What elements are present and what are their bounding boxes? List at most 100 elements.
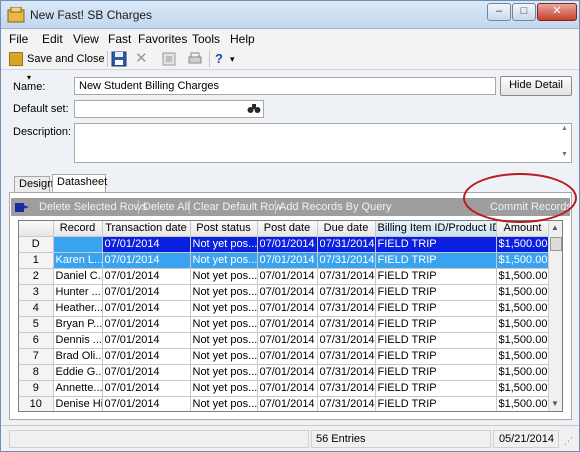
scroll-thumb[interactable] [550, 237, 562, 251]
table-cell[interactable]: 07/01/2014 [257, 364, 318, 381]
menu-view[interactable]: View [73, 32, 99, 46]
table-cell[interactable]: $1,500.00 [496, 396, 550, 411]
menu-fast[interactable]: Fast [108, 32, 131, 46]
table-cell[interactable]: Not yet pos... [190, 284, 258, 301]
table-cell[interactable]: Not yet pos... [190, 252, 258, 269]
table-row[interactable]: 3 Hunter ... 07/01/2014 Not yet pos... 07/01… [19, 284, 550, 301]
table-cell[interactable]: 07/31/2014 [317, 284, 376, 301]
table-cell[interactable]: Not yet pos... [190, 268, 258, 285]
table-cell[interactable]: Annette... [53, 380, 103, 397]
table-cell[interactable]: 07/01/2014 [257, 348, 318, 365]
table-cell[interactable]: Daniel C... [53, 268, 103, 285]
table-cell[interactable]: FIELD TRIP [375, 284, 497, 301]
column-header[interactable]: Record [53, 221, 103, 237]
table-cell[interactable]: $1,500.00 [496, 380, 550, 397]
table-cell[interactable]: $1,500.00 [496, 316, 550, 333]
table-cell[interactable]: FIELD TRIP [375, 380, 497, 397]
table-cell[interactable]: 07/31/2014 [317, 252, 376, 269]
table-cell[interactable]: Not yet pos... [190, 300, 258, 317]
table-cell[interactable]: FIELD TRIP [375, 332, 497, 349]
default-set-field[interactable] [74, 100, 264, 118]
table-cell[interactable]: 07/01/2014 [102, 380, 191, 397]
table-cell[interactable]: FIELD TRIP [375, 348, 497, 365]
table-cell[interactable]: FIELD TRIP [375, 396, 497, 411]
table-cell[interactable]: Not yet pos... [190, 364, 258, 381]
table-cell[interactable]: FIELD TRIP [375, 268, 497, 285]
delete-icon[interactable]: ✕ [135, 50, 148, 68]
maximize-button[interactable]: □ [512, 3, 536, 21]
binoculars-icon[interactable] [247, 102, 261, 115]
table-row[interactable]: 2 Daniel C... 07/01/2014 Not yet pos... 07/0… [19, 268, 550, 285]
table-cell[interactable]: 07/01/2014 [257, 236, 318, 253]
table-row[interactable]: 5 Bryan P... 07/01/2014 Not yet pos... 07/01… [19, 316, 550, 333]
delete-all-button[interactable]: Delete All [143, 201, 189, 213]
table-cell[interactable]: FIELD TRIP [375, 364, 497, 381]
table-cell[interactable]: FIELD TRIP [375, 252, 497, 269]
table-row[interactable]: 6 Dennis ... 07/01/2014 Not yet pos... 07/01… [19, 332, 550, 349]
description-field[interactable] [74, 123, 572, 163]
table-cell[interactable]: 07/31/2014 [317, 396, 376, 411]
table-cell[interactable]: Denise Hill [53, 396, 103, 411]
save-and-close-button[interactable]: Save and Close ▾ [9, 50, 105, 82]
column-header[interactable]: Post date [257, 221, 318, 237]
table-cell[interactable]: Not yet pos... [190, 396, 258, 411]
table-cell[interactable]: FIELD TRIP [375, 300, 497, 317]
menu-tools[interactable]: Tools [192, 32, 220, 46]
row-header[interactable]: 10 [19, 396, 54, 411]
table-cell[interactable]: 07/31/2014 [317, 380, 376, 397]
column-header[interactable]: Post status [190, 221, 258, 237]
table-cell[interactable]: Heather... [53, 300, 103, 317]
table-row[interactable]: 4 Heather... 07/01/2014 Not yet pos... 07/01… [19, 300, 550, 317]
scroll-up-arrow-icon[interactable]: ▲ [551, 223, 559, 232]
table-cell[interactable]: 07/01/2014 [102, 316, 191, 333]
table-cell[interactable]: 07/01/2014 [257, 380, 318, 397]
delete-selected-rows-button[interactable]: Delete Selected Rows [39, 201, 147, 213]
table-cell[interactable]: 07/01/2014 [102, 252, 191, 269]
table-cell[interactable]: $1,500.00 [496, 348, 550, 365]
row-header[interactable]: 1 [19, 252, 54, 269]
table-cell[interactable]: 07/01/2014 [257, 396, 318, 411]
table-cell[interactable]: FIELD TRIP [375, 236, 497, 253]
table-cell[interactable]: Hunter ... [53, 284, 103, 301]
minimize-button[interactable]: – [487, 3, 511, 21]
close-button[interactable]: ✕ [537, 3, 577, 21]
row-header[interactable]: 6 [19, 332, 54, 349]
scroll-down-arrow-icon[interactable]: ▼ [551, 399, 559, 408]
table-row[interactable]: 7 Brad Oli... 07/01/2014 Not yet pos... 07/0… [19, 348, 550, 365]
table-cell[interactable]: 07/01/2014 [257, 332, 318, 349]
table-cell[interactable] [53, 236, 103, 253]
table-cell[interactable]: 07/31/2014 [317, 364, 376, 381]
table-cell[interactable]: 07/31/2014 [317, 300, 376, 317]
table-cell[interactable]: 07/31/2014 [317, 268, 376, 285]
table-cell[interactable]: 07/01/2014 [102, 396, 191, 411]
row-header[interactable]: 2 [19, 268, 54, 285]
table-cell[interactable]: $1,500.00 [496, 284, 550, 301]
table-cell[interactable]: FIELD TRIP [375, 316, 497, 333]
column-header[interactable]: Due date [317, 221, 376, 237]
table-cell[interactable]: 07/01/2014 [102, 268, 191, 285]
row-header[interactable]: 5 [19, 316, 54, 333]
table-cell[interactable]: Not yet pos... [190, 332, 258, 349]
row-header[interactable]: 4 [19, 300, 54, 317]
table-cell[interactable]: Not yet pos... [190, 236, 258, 253]
help-icon[interactable]: ? [215, 50, 223, 68]
table-cell[interactable]: 07/01/2014 [257, 268, 318, 285]
table-cell[interactable]: Not yet pos... [190, 316, 258, 333]
table-row[interactable]: 10Denise Hill07/01/2014Not yet pos...07/… [19, 396, 550, 411]
column-header[interactable]: Transaction date [102, 221, 191, 237]
clear-default-row-button[interactable]: Clear Default Row [193, 201, 282, 213]
table-cell[interactable]: $1,500.00 [496, 300, 550, 317]
add-records-by-query-button[interactable]: Add Records By Query [279, 201, 392, 213]
table-cell[interactable]: 07/01/2014 [102, 300, 191, 317]
table-cell[interactable]: 07/01/2014 [257, 252, 318, 269]
table-cell[interactable]: Not yet pos... [190, 380, 258, 397]
table-cell[interactable]: $1,500.00 [496, 332, 550, 349]
row-header[interactable]: 9 [19, 380, 54, 397]
menu-edit[interactable]: Edit [42, 32, 63, 46]
table-cell[interactable]: 07/31/2014 [317, 236, 376, 253]
name-field[interactable]: New Student Billing Charges [74, 77, 496, 95]
table-cell[interactable]: $1,500.00 [496, 268, 550, 285]
table-cell[interactable]: Karen L... [53, 252, 103, 269]
table-cell[interactable]: $1,500.00 [496, 236, 550, 253]
table-row[interactable]: 8 Eddie G... 07/01/2014 Not yet pos... 07/01… [19, 364, 550, 381]
